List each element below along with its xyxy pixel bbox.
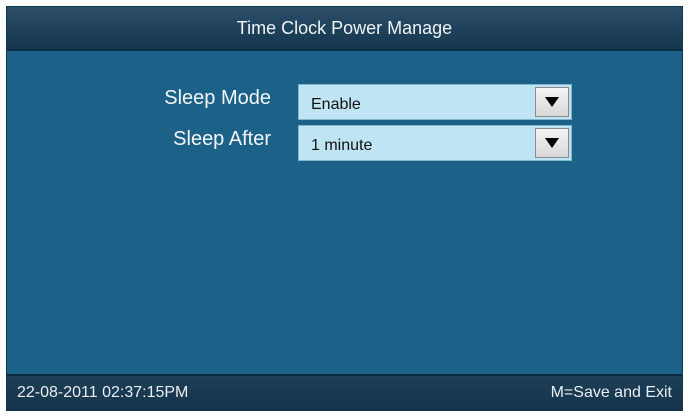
sleep-after-dropdown-button[interactable] [535,128,569,158]
sleep-after-label: Sleep After [173,128,271,150]
page-title: Time Clock Power Manage [236,17,453,38]
sleep-mode-value: Enable [311,96,361,113]
sleep-mode-select[interactable]: Enable [298,84,572,120]
triangle-down-icon [545,97,559,107]
status-bar: 22-08-2011 02:37:15PM M=Save and Exit [7,374,682,410]
title-bar: Time Clock Power Manage [7,7,682,51]
sleep-mode-dropdown-button[interactable] [535,87,569,117]
save-exit-hint: M=Save and Exit [550,384,672,401]
sleep-mode-label: Sleep Mode [164,87,271,109]
device-screen: Time Clock Power Manage Sleep Mode Enabl… [6,6,683,411]
sleep-after-value: 1 minute [311,137,373,154]
sleep-after-select[interactable]: 1 minute [298,125,572,161]
triangle-down-icon [545,138,559,148]
datetime-display: 22-08-2011 02:37:15PM [17,384,189,401]
